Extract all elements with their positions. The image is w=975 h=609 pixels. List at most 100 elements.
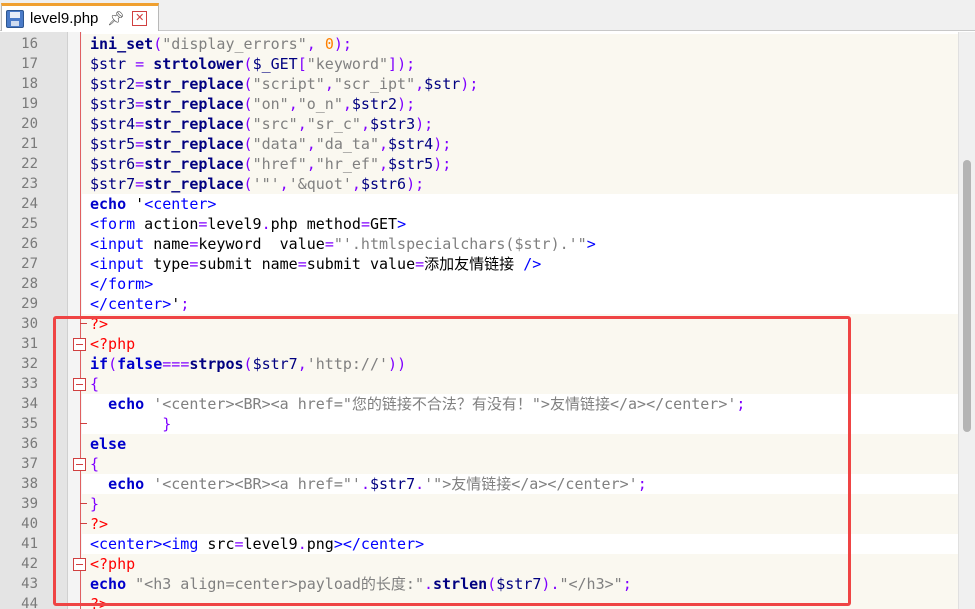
tab-level9-php[interactable]: level9.php 📌︎ ✕ [1,3,159,31]
code-line[interactable]: 26 <input name=keyword value="'.htmlspeci… [0,234,958,254]
code-text: $str3=str_replace("on","o_n",$str2); [90,95,416,113]
line-number: 44 [21,596,38,609]
code-text: <?php [90,335,136,353]
line-number: 26 [21,236,38,252]
fold-toggle-icon[interactable] [73,458,86,471]
code-text: ?> [90,515,109,533]
code-text: <form action=level9.php method=GET> [90,215,407,233]
code-text: <center><img src=level9.png></center> [90,535,425,553]
code-text: ini_set("display_errors", 0); [90,35,352,53]
line-background [82,514,958,534]
line-number: 33 [21,376,38,392]
code-line[interactable]: 43 echo "<h3 align=center>payload的长度:".st… [0,574,958,594]
scrollbar-thumb[interactable] [963,160,971,432]
code-text: <?php [90,555,136,573]
line-number: 24 [21,196,38,212]
fold-toggle-icon[interactable] [73,378,86,391]
code-line[interactable]: 31 <?php [0,334,958,354]
vertical-scrollbar[interactable] [958,32,975,609]
line-number: 17 [21,56,38,72]
save-icon [6,9,24,28]
code-line[interactable]: 41 <center><img src=level9.png></center> [0,534,958,554]
code-line[interactable]: 19 $str3=str_replace("on","o_n",$str2); [0,94,958,114]
code-text: $str4=str_replace("src","sr_c",$str3); [90,115,434,133]
code-line[interactable]: 40 ?> [0,514,958,534]
code-line[interactable]: 34 echo '<center><BR><a href="您的链接不合法？有没… [0,394,958,414]
fold-end-marker [80,323,87,324]
code-line[interactable]: 33 { [0,374,958,394]
close-icon[interactable]: ✕ [132,11,148,26]
line-number: 30 [21,316,38,332]
code-line[interactable]: 22 $str6=str_replace("href","hr_ef",$str5… [0,154,958,174]
code-text: $str = strtolower($_GET["keyword"]); [90,55,416,73]
code-text: $str6=str_replace("href","hr_ef",$str5); [90,155,452,173]
code-line[interactable]: 42 <?php [0,554,958,574]
code-line[interactable]: 24 echo '<center> [0,194,958,214]
line-number: 35 [21,416,38,432]
line-number: 40 [21,516,38,532]
code-text: { [90,455,100,473]
line-background [82,294,958,314]
code-line[interactable]: 37 { [0,454,958,474]
line-background [82,594,958,609]
code-text: echo '<center> [90,195,217,213]
code-text: echo '<center><BR><a href="'.$str7.'">友情… [108,475,647,493]
code-text: ?> [90,315,109,333]
code-line[interactable]: 20 $str4=str_replace("src","sr_c",$str3); [0,114,958,134]
code-line[interactable]: 32 if(false===strpos($str7,'http://')) [0,354,958,374]
code-text: $str2=str_replace("script","scr_ipt",$st… [90,75,479,93]
fold-toggle-icon[interactable] [73,558,86,571]
tab-bar: level9.php 📌︎ ✕ [0,0,975,31]
line-number: 41 [21,536,38,552]
line-number: 43 [21,576,38,592]
line-number: 16 [21,36,38,52]
code-line[interactable]: 21 $str5=str_replace("data","da_ta",$str4… [0,134,958,154]
code-text: </form> [90,275,154,293]
code-line[interactable]: 36 else [0,434,958,454]
code-line[interactable]: 29 </center>'; [0,294,958,314]
fold-end-marker [80,523,87,524]
line-background [82,274,958,294]
code-text: } [90,495,100,513]
line-background [82,554,958,574]
line-number: 21 [21,136,38,152]
line-number: 19 [21,96,38,112]
line-number: 25 [21,216,38,232]
pin-icon[interactable]: 📌︎ [107,11,125,27]
code-text: $str7=str_replace('"','&quot',$str6); [90,175,425,193]
code-text: ?> [90,595,109,609]
line-number: 32 [21,356,38,372]
line-number: 34 [21,396,38,412]
code-line[interactable]: 39} [0,494,958,514]
code-text: } [162,415,172,433]
code-line[interactable]: 27 <input type=submit name=submit value=添… [0,254,958,274]
code-text: else [90,435,127,453]
line-background [82,334,958,354]
code-text: echo "<h3 align=center>payload的长度:".strl… [90,575,632,593]
line-background [82,314,958,334]
fold-end-marker [80,503,87,504]
code-editor[interactable]: 16 ini_set("display_errors", 0); 17 $str = … [0,32,958,609]
line-number: 22 [21,156,38,172]
line-number: 37 [21,456,38,472]
line-number: 36 [21,436,38,452]
fold-end-marker [80,423,87,424]
code-line[interactable]: 28 </form> [0,274,958,294]
line-background [82,454,958,474]
code-line[interactable]: 35 } [0,414,958,434]
line-number: 29 [21,296,38,312]
code-line[interactable]: 17 $str = strtolower($_GET["keyword"]); [0,54,958,74]
code-line[interactable]: 23 $str7=str_replace('"','&quot',$str6); [0,174,958,194]
line-number: 20 [21,116,38,132]
code-line[interactable]: 18 $str2=str_replace("script","scr_ipt",$… [0,74,958,94]
line-background [82,414,958,434]
code-line[interactable]: 30 ?> [0,314,958,334]
line-number: 38 [21,476,38,492]
line-background [82,494,958,514]
code-line[interactable]: 44 ?> [0,594,958,609]
code-line[interactable]: 16 ini_set("display_errors", 0); [0,34,958,54]
line-number: 31 [21,336,38,352]
code-line[interactable]: 38 echo '<center><BR><a href="'.$str7.'"… [0,474,958,494]
code-line[interactable]: 25 <form action=level9.php method=GET> [0,214,958,234]
fold-toggle-icon[interactable] [73,338,86,351]
